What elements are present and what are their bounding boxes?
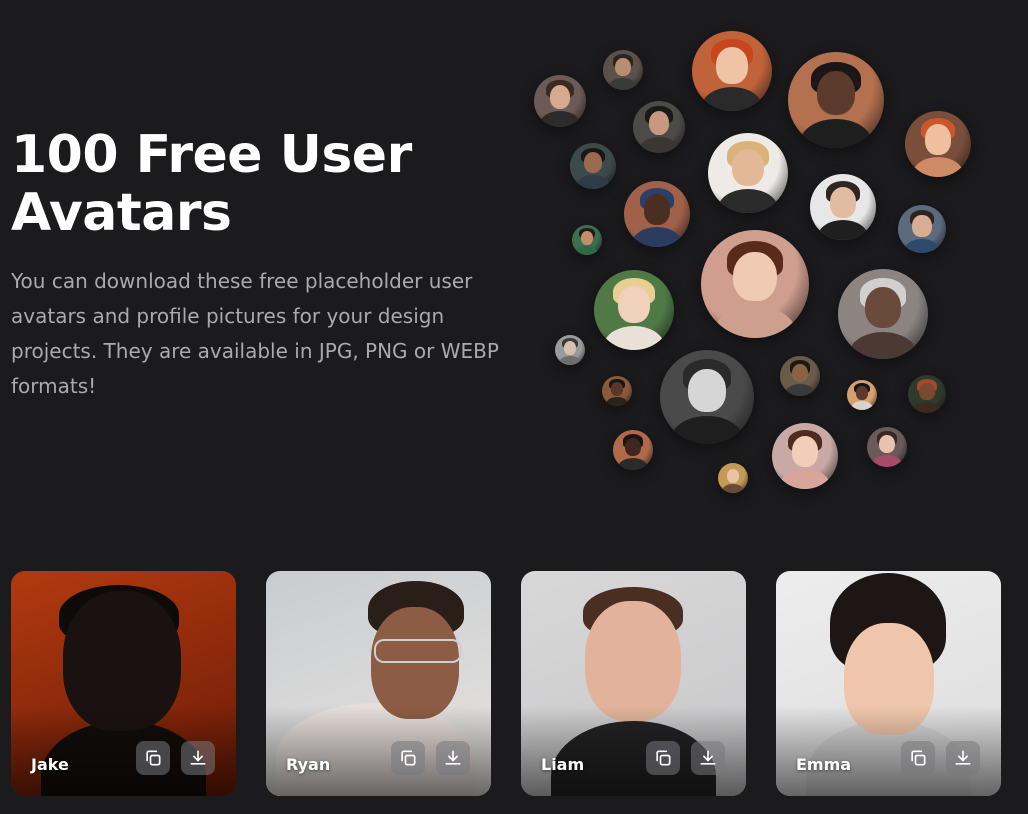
download-button[interactable] (181, 741, 215, 775)
avatar-card-name: Ryan (286, 755, 331, 774)
avatar-card-name: Jake (31, 755, 69, 774)
avatar-11[interactable] (898, 205, 946, 253)
avatar-23[interactable] (772, 423, 838, 489)
avatar-2[interactable] (603, 50, 643, 90)
download-icon (445, 750, 461, 765)
avatar-21[interactable] (908, 375, 946, 413)
avatar-25[interactable] (718, 463, 748, 493)
avatar-10[interactable] (810, 174, 876, 240)
avatar-card-name: Liam (541, 755, 585, 774)
avatar-13[interactable] (701, 230, 809, 338)
avatar-5[interactable] (633, 101, 685, 153)
avatar-7[interactable] (708, 133, 788, 213)
avatar-20[interactable] (847, 380, 877, 410)
copy-icon (911, 750, 926, 766)
page-description: You can download these free placeholder … (11, 269, 499, 398)
avatar-card-name: Emma (796, 755, 852, 774)
avatar-8[interactable] (905, 111, 971, 177)
avatar-24[interactable] (867, 427, 907, 467)
download-button[interactable] (436, 741, 470, 775)
avatar-12[interactable] (572, 225, 602, 255)
copy-button[interactable] (901, 741, 935, 775)
avatar-19[interactable] (780, 356, 820, 396)
copy-button[interactable] (136, 741, 170, 775)
avatar-card-emma[interactable]: Emma (776, 571, 1001, 796)
copy-button[interactable] (646, 741, 680, 775)
avatar-3[interactable] (692, 31, 772, 111)
copy-icon (401, 750, 416, 766)
download-icon (700, 750, 716, 765)
avatar-22[interactable] (613, 430, 653, 470)
avatar-card-liam[interactable]: Liam (521, 571, 746, 796)
download-button[interactable] (946, 741, 980, 775)
avatar-card-jake[interactable]: Jake (11, 571, 236, 796)
download-icon (955, 750, 971, 765)
avatar-6[interactable] (570, 143, 616, 189)
avatar-4[interactable] (788, 52, 884, 148)
avatar-18[interactable] (602, 376, 632, 406)
download-icon (190, 750, 206, 765)
avatar-9[interactable] (624, 181, 690, 247)
copy-icon (656, 750, 671, 766)
page-title: 100 Free User Avatars (11, 125, 412, 243)
download-button[interactable] (691, 741, 725, 775)
avatar-1[interactable] (534, 75, 586, 127)
copy-button[interactable] (391, 741, 425, 775)
avatar-16[interactable] (555, 335, 585, 365)
glasses (374, 639, 462, 663)
page: 100 Free User Avatars You can download t… (0, 0, 1028, 814)
avatar-14[interactable] (594, 270, 674, 350)
avatar-17[interactable] (660, 350, 754, 444)
avatar-15[interactable] (838, 269, 928, 359)
avatar-card-ryan[interactable]: Ryan (266, 571, 491, 796)
copy-icon (146, 750, 161, 766)
